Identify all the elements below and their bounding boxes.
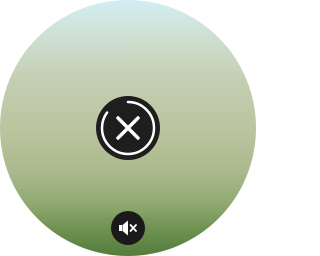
mute-button[interactable]	[111, 211, 145, 245]
cancel-button[interactable]	[96, 96, 160, 160]
volume-muted-icon	[119, 220, 137, 236]
close-icon	[116, 116, 140, 140]
watch-screen	[0, 0, 256, 256]
